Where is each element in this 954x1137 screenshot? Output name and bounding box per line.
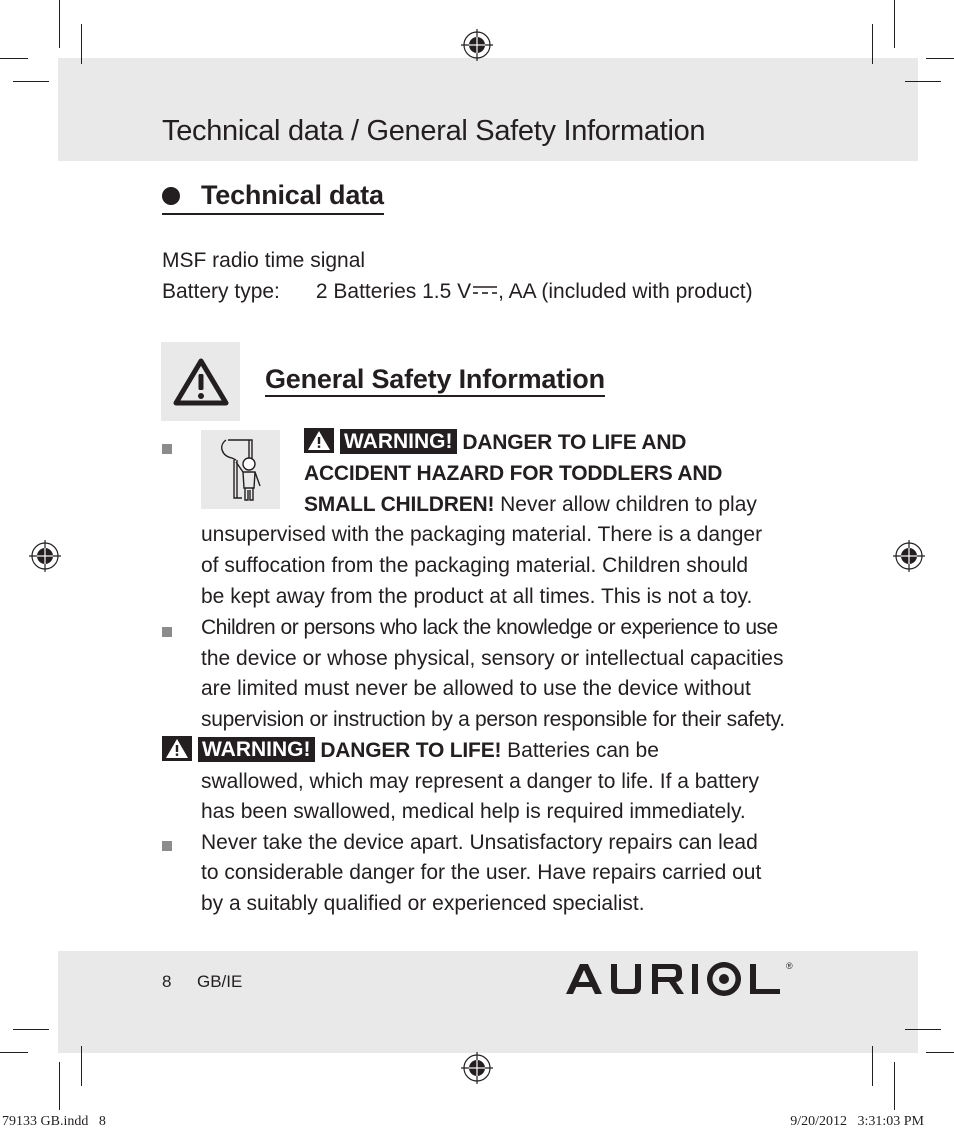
body-text: supervision or instruction by a person r… [201,708,785,731]
body-text: Never take the device apart. Unsatisfact… [201,831,758,854]
crop-mark [81,24,82,64]
crop-mark [905,1029,941,1030]
body-text: has been swallowed, medical help is requ… [201,800,746,823]
crop-mark [81,1046,82,1086]
crop-mark [872,24,873,64]
crop-mark [13,1029,49,1030]
region-code: GB/IE [197,972,243,991]
body-text: of suffocation from the packaging materi… [201,554,749,577]
crop-mark [59,1062,60,1110]
warning-line: SMALL CHILDREN! Never allow children to … [304,490,757,521]
warning-tag: WARNING! [340,429,457,454]
body-text: Batteries can be [501,739,659,762]
crop-mark [13,81,49,82]
registration-mark-icon [461,29,493,61]
section-heading: Technical data [201,180,384,210]
warning-tag: WARNING! [198,737,315,762]
body-text: by a suitably qualified or experienced s… [201,892,645,915]
safety-heading: General Safety Information [265,364,605,397]
bullet-square-icon [162,841,172,851]
bullet-square-icon [162,444,172,454]
brand-letters [566,962,788,996]
body-text: Never allow children to play [494,493,757,516]
battery-type-label: Battery type: [162,280,280,303]
technical-data-heading: Technical data [162,180,384,215]
warning-triangle-icon [304,428,334,453]
body-text: swallowed, which may represent a danger … [201,770,759,793]
child-at-window-icon [220,438,261,501]
battery-type-value-suffix: , AA (included with product) [498,280,753,303]
crop-mark [894,1062,895,1110]
crop-mark [872,1046,873,1086]
brand-logo: AURIOL ® [566,961,795,996]
registration-mark-icon [461,1052,493,1084]
warning-text: DANGER TO LIFE AND [462,431,687,454]
section-heading: General Safety Information [265,364,605,394]
body-text: are limited must never be allowed to use… [201,677,751,700]
warning-text: DANGER TO LIFE! [320,739,502,762]
battery-type-value: 2 Batteries 1.5 V [315,280,472,303]
body-text: the device or whose physical, sensory or… [201,647,784,670]
crop-mark [894,0,895,48]
body-text: be kept away from the product at all tim… [201,585,753,608]
warning-text: SMALL CHILDREN! [304,493,495,516]
bullet-square-icon [162,627,172,637]
crop-mark [905,81,941,82]
body-text: to considerable danger for the user. Hav… [201,861,762,884]
page-number: 8 [162,972,172,991]
crop-mark [59,0,60,48]
registration-mark-icon [29,540,61,572]
crop-mark [926,1052,954,1053]
registered-mark: ® [786,961,793,971]
crop-mark [0,1052,28,1053]
warning-symbol-box [161,342,240,421]
bullet-dot-icon [162,186,180,205]
child-hazard-symbol-box [201,430,280,509]
msf-signal-line: MSF radio time signal [162,249,366,272]
body-text: unsupervised with the packaging material… [201,523,763,546]
dc-current-symbol-icon [473,286,498,294]
warning-line: WARNING! DANGER TO LIFE AND [304,428,686,459]
warning-line: WARNING! DANGER TO LIFE! Batteries can b… [162,736,659,767]
registration-mark-icon [893,540,925,572]
print-timestamp-slug: 9/20/2012 3:31:03 PM [790,1114,924,1129]
page-title: Technical data / General Safety Informat… [162,115,706,147]
body-text: Children or persons who lack the knowled… [201,616,778,639]
warning-triangle-icon [162,736,192,761]
crop-mark [0,58,28,59]
crop-mark [926,58,954,59]
warning-text: ACCIDENT HAZARD FOR TODDLERS AND [304,462,723,485]
battery-type-line: Battery type: 2 Batteries 1.5 V , AA (incl… [162,276,753,307]
print-file-slug: 79133 GB.indd 8 [2,1114,106,1129]
auriol-logo-icon [566,962,780,996]
warning-triangle-icon [173,358,228,405]
